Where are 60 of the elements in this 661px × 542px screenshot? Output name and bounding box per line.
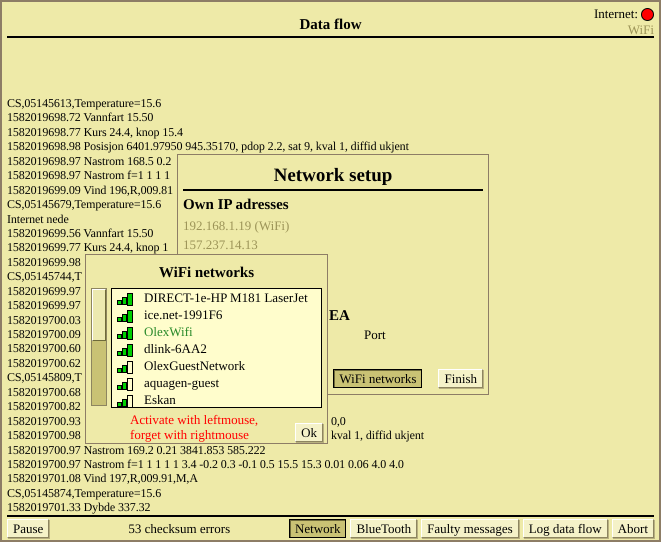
- network-name[interactable]: dlink-6AA2: [144, 340, 207, 356]
- log-line: 1582019700.68: [7, 384, 81, 399]
- log-line: 1582019700.60: [7, 341, 81, 356]
- log-line: 1582019701.33 Dybde 337.32: [7, 500, 150, 514]
- wifi-networks-button[interactable]: WiFi networks: [333, 369, 422, 388]
- ok-button[interactable]: Ok: [295, 423, 323, 442]
- scrollbar[interactable]: [91, 288, 107, 406]
- port-label: Port: [364, 327, 387, 343]
- wifi-indicator: WiFi: [628, 22, 654, 38]
- ip-address: 157.237.14.13: [183, 237, 259, 252]
- faulty-messages-button[interactable]: Faulty messages: [421, 519, 519, 538]
- network-name[interactable]: aquagen-guest: [144, 374, 220, 390]
- log-line: 1582019700.93: [7, 414, 81, 428]
- window-title: Data flow: [299, 16, 362, 35]
- log-line: 1582019700.03: [7, 312, 81, 327]
- log-line: 1582019699.09 Vind 196,R,009.81: [7, 182, 173, 197]
- log-line: 1582019700.62: [7, 356, 81, 370]
- network-name[interactable]: ice.net-1991F6: [144, 306, 222, 322]
- log-data-flow-button[interactable]: Log data flow: [522, 519, 608, 538]
- log-line: 1582019698.97 Nastrom 168.5 0.2: [7, 154, 172, 168]
- log-line: 1582019700.09: [7, 327, 81, 341]
- log-line: 1582019700.82: [7, 399, 81, 414]
- error-count: 53 checksum errors: [128, 520, 230, 536]
- log-line: CS,05145613,Temperature=15.6: [7, 96, 162, 110]
- hint-text: Activate with leftmouse, forget with rightmouse: [130, 412, 258, 442]
- log-line: 1582019699.56 Vannfart 15.50: [7, 226, 154, 240]
- network-name[interactable]: OlexGuestNetwork: [144, 358, 246, 374]
- section-heading: Own IP adresses: [183, 197, 290, 214]
- log-line: 1582019698.98 Posisjon 6401.97950 945.35170, pdop 2.2, sat 9, kval 1, diffid ukjent: [7, 139, 409, 154]
- log-line: 1582019699.98: [7, 254, 81, 269]
- log-line: CS,05145874,Temperature=15.6: [7, 486, 162, 500]
- dialog-title: WiFi networks: [158, 265, 256, 283]
- log-line: 1582019700.98: [7, 428, 81, 442]
- network-button[interactable]: Network: [288, 519, 346, 538]
- log-line: 1582019698.77 Kurs 24.4, knop 15.4: [7, 124, 183, 139]
- abort-button[interactable]: Abort: [612, 519, 654, 538]
- log-line: 1582019700.97 Nastrom 169.2 0.21 3841.853 585.222: [7, 442, 266, 456]
- log-line: 1582019699.77 Kurs 24.4, knop 1: [7, 240, 168, 254]
- log-line: CS,05145679,Temperature=15.6: [7, 197, 162, 212]
- dialog-title: Network setup: [183, 165, 483, 191]
- log-line: 1582019701.08 Vind 197,R,009.91,M,A: [7, 471, 198, 486]
- section-heading: EA: [329, 308, 351, 325]
- log-line: 1582019698.72 Vannfart 15.50: [7, 110, 154, 124]
- log-line: 1582019698.97 Nastrom f=1 1 1 1: [7, 168, 170, 182]
- log-line: 0,0: [331, 414, 346, 428]
- log-line: 1582019699.97: [7, 298, 81, 312]
- network-name[interactable]: Eskan: [144, 392, 176, 407]
- log-line: kval 1, diffid ukjent: [331, 428, 424, 442]
- network-name[interactable]: DIRECT-1e-HP M181 LaserJet: [144, 290, 308, 306]
- log-line: CS,05145744,T: [7, 269, 82, 284]
- bluetooth-button[interactable]: BlueTooth: [350, 519, 418, 538]
- internet-label: Internet:: [594, 6, 638, 22]
- network-name[interactable]: OlexWifi: [144, 324, 193, 340]
- ip-address: 192.168.1.19 (WiFi): [183, 218, 290, 233]
- finish-button[interactable]: Finish: [438, 369, 483, 388]
- pause-button[interactable]: Pause: [7, 519, 50, 538]
- log-line: CS,05145809,T: [7, 370, 82, 384]
- log-line: 1582019700.97 Nastrom f=1 1 1 1 1 3.4 -0.2 0.3 -0.1 0.5 15.5 15.3 0.01 0.06 4.0 4.0: [7, 456, 404, 471]
- log-line: 1582019699.97: [7, 284, 81, 298]
- log-line: Internet nede: [7, 212, 69, 226]
